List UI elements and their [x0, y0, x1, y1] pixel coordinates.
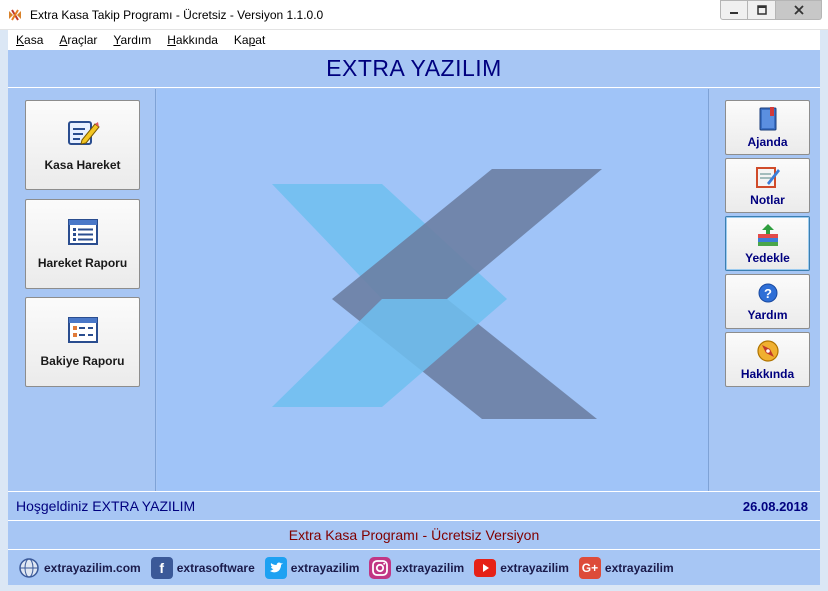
- hakkinda-label: Hakkında: [740, 366, 795, 381]
- yardim-label: Yardım: [747, 307, 788, 322]
- close-button[interactable]: [776, 0, 822, 20]
- backup-icon: [757, 223, 778, 246]
- social-link-facebook[interactable]: f extrasoftware: [150, 556, 255, 579]
- social-link-youtube[interactable]: extrayazilim: [474, 557, 569, 579]
- twitter-icon: [264, 556, 287, 579]
- google-plus-icon: G+: [578, 556, 601, 579]
- notes-icon: [755, 166, 780, 188]
- window-controls: [720, 0, 822, 21]
- edit-document-icon: [67, 121, 100, 145]
- hakkinda-button[interactable]: Hakkında: [725, 332, 810, 387]
- kasa-hareket-label: Kasa Hareket: [44, 158, 121, 172]
- main-area: EXTRA YAZILIM Kasa Hareket Hareket Rapor…: [8, 50, 820, 585]
- hareket-raporu-button[interactable]: Hareket Raporu: [25, 199, 140, 289]
- bakiye-raporu-label: Bakiye Raporu: [40, 354, 125, 368]
- bakiye-raporu-button[interactable]: Bakiye Raporu: [25, 297, 140, 387]
- menu-kapat[interactable]: Kapat: [226, 33, 273, 47]
- right-panel: Ajanda Notlar Yedekle ? Yardım Hakkında: [710, 89, 820, 491]
- social-link-website[interactable]: extrayazilim.com: [18, 557, 141, 579]
- app-icon: [9, 9, 21, 21]
- balance-report-icon: [67, 317, 98, 343]
- minimize-icon: [730, 12, 738, 14]
- instagram-text: extrayazilim: [395, 560, 465, 575]
- youtube-icon: [474, 558, 497, 577]
- social-links-bar: extrayazilim.com f extrasoftware extraya…: [8, 549, 820, 585]
- window-title: Extra Kasa Takip Programı - Ücretsiz - V…: [30, 8, 324, 22]
- title-bar[interactable]: Extra Kasa Takip Programı - Ücretsiz - V…: [0, 0, 828, 30]
- maximize-icon: [756, 5, 767, 15]
- left-panel: Kasa Hareket Hareket Raporu Bakiye Rapor…: [8, 89, 156, 491]
- facebook-icon: f: [150, 556, 173, 579]
- menu-araclar[interactable]: Araçlar: [51, 33, 105, 47]
- kasa-hareket-button[interactable]: Kasa Hareket: [25, 100, 140, 190]
- help-icon: ?: [758, 283, 777, 302]
- instagram-icon: [369, 556, 392, 579]
- center-logo-panel: [157, 89, 709, 491]
- notlar-button[interactable]: Notlar: [725, 158, 810, 213]
- yedekle-label: Yedekle: [745, 250, 790, 265]
- maximize-button[interactable]: [748, 0, 776, 20]
- menu-bar: Kasa Araçlar Yardım Hakkında Kapat: [8, 30, 820, 50]
- status-bar: Hoşgeldiniz EXTRA YAZILIM 26.08.2018: [8, 491, 820, 520]
- promo-bar: Extra Kasa Programı - Ücretsiz Versiyon: [8, 520, 820, 549]
- header-band: EXTRA YAZILIM: [8, 50, 820, 88]
- svg-text:?: ?: [764, 286, 772, 301]
- yardim-button[interactable]: ? Yardım: [725, 274, 810, 329]
- menu-hakkinda-accel: H: [167, 33, 176, 47]
- page-title: EXTRA YAZILIM: [326, 55, 502, 81]
- extra-logo-image: [272, 169, 602, 419]
- youtube-text: extrayazilim: [500, 560, 569, 575]
- google-plus-text: extrayazilim: [604, 560, 674, 575]
- menu-araclar-label: raçlar: [67, 33, 98, 47]
- menu-yardim-accel: Y: [113, 33, 121, 47]
- social-link-twitter[interactable]: extrayazilim: [264, 556, 360, 579]
- menu-kasa-accel: K: [16, 33, 25, 47]
- social-link-google-plus[interactable]: G+ extrayazilim: [578, 556, 674, 579]
- status-date: 26.08.2018: [742, 498, 808, 514]
- menu-kasa[interactable]: Kasa: [8, 33, 51, 47]
- menu-hakkinda-label: akkında: [175, 33, 218, 47]
- menu-kasa-label: asa: [24, 33, 44, 47]
- ajanda-label: Ajanda: [747, 134, 788, 149]
- list-report-icon: [67, 219, 98, 245]
- agenda-book-icon: [759, 106, 776, 130]
- yedekle-button[interactable]: Yedekle: [725, 216, 810, 271]
- ajanda-button[interactable]: Ajanda: [725, 100, 810, 155]
- globe-icon: [19, 557, 39, 578]
- notlar-label: Notlar: [750, 192, 785, 207]
- app-window: Extra Kasa Takip Programı - Ücretsiz - V…: [0, 0, 828, 591]
- close-icon: [793, 5, 804, 15]
- promo-text: Extra Kasa Programı - Ücretsiz Versiyon: [288, 527, 540, 543]
- menu-kapat-label: at: [255, 33, 266, 47]
- minimize-button[interactable]: [720, 0, 748, 20]
- menu-kapat-pre: Ka: [233, 33, 249, 47]
- welcome-text: Hoşgeldiniz EXTRA YAZILIM: [16, 498, 196, 514]
- social-link-instagram[interactable]: extrayazilim: [369, 556, 465, 579]
- website-text: extrayazilim.com: [44, 560, 141, 575]
- menu-yardim[interactable]: Yardım: [105, 33, 159, 47]
- hareket-raporu-label: Hareket Raporu: [37, 256, 128, 270]
- facebook-text: extrasoftware: [176, 560, 255, 575]
- menu-yardim-label: ardım: [120, 33, 152, 47]
- about-compass-icon: [756, 339, 779, 362]
- twitter-text: extrayazilim: [290, 560, 360, 575]
- menu-hakkinda[interactable]: Hakkında: [159, 33, 226, 47]
